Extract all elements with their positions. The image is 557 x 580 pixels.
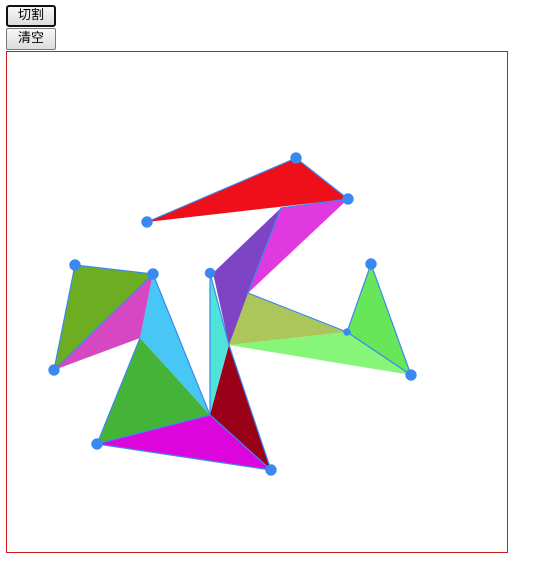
vertex-handle-1[interactable] [290,152,302,164]
vertex-handle-8[interactable] [48,364,60,376]
toolbar: 切割 清空 [6,5,66,51]
vertex-handle-11[interactable] [204,267,216,279]
vertex-handle-9[interactable] [91,438,103,450]
cut-button[interactable]: 切割 [6,5,56,27]
canvas-svg[interactable] [7,52,507,552]
drawing-canvas[interactable] [6,51,508,553]
vertex-handle-4[interactable] [365,258,377,270]
triangle-group [54,158,411,470]
vertex-handle-7[interactable] [147,268,159,280]
vertex-handle-5[interactable] [405,369,417,381]
vertex-handle-2[interactable] [342,193,354,205]
vertex-handle-6[interactable] [69,259,81,271]
vertex-handle-3[interactable] [141,216,153,228]
vertex-handle-10[interactable] [265,464,277,476]
clear-button[interactable]: 清空 [6,28,56,50]
vertex-handle-12[interactable] [343,328,351,336]
